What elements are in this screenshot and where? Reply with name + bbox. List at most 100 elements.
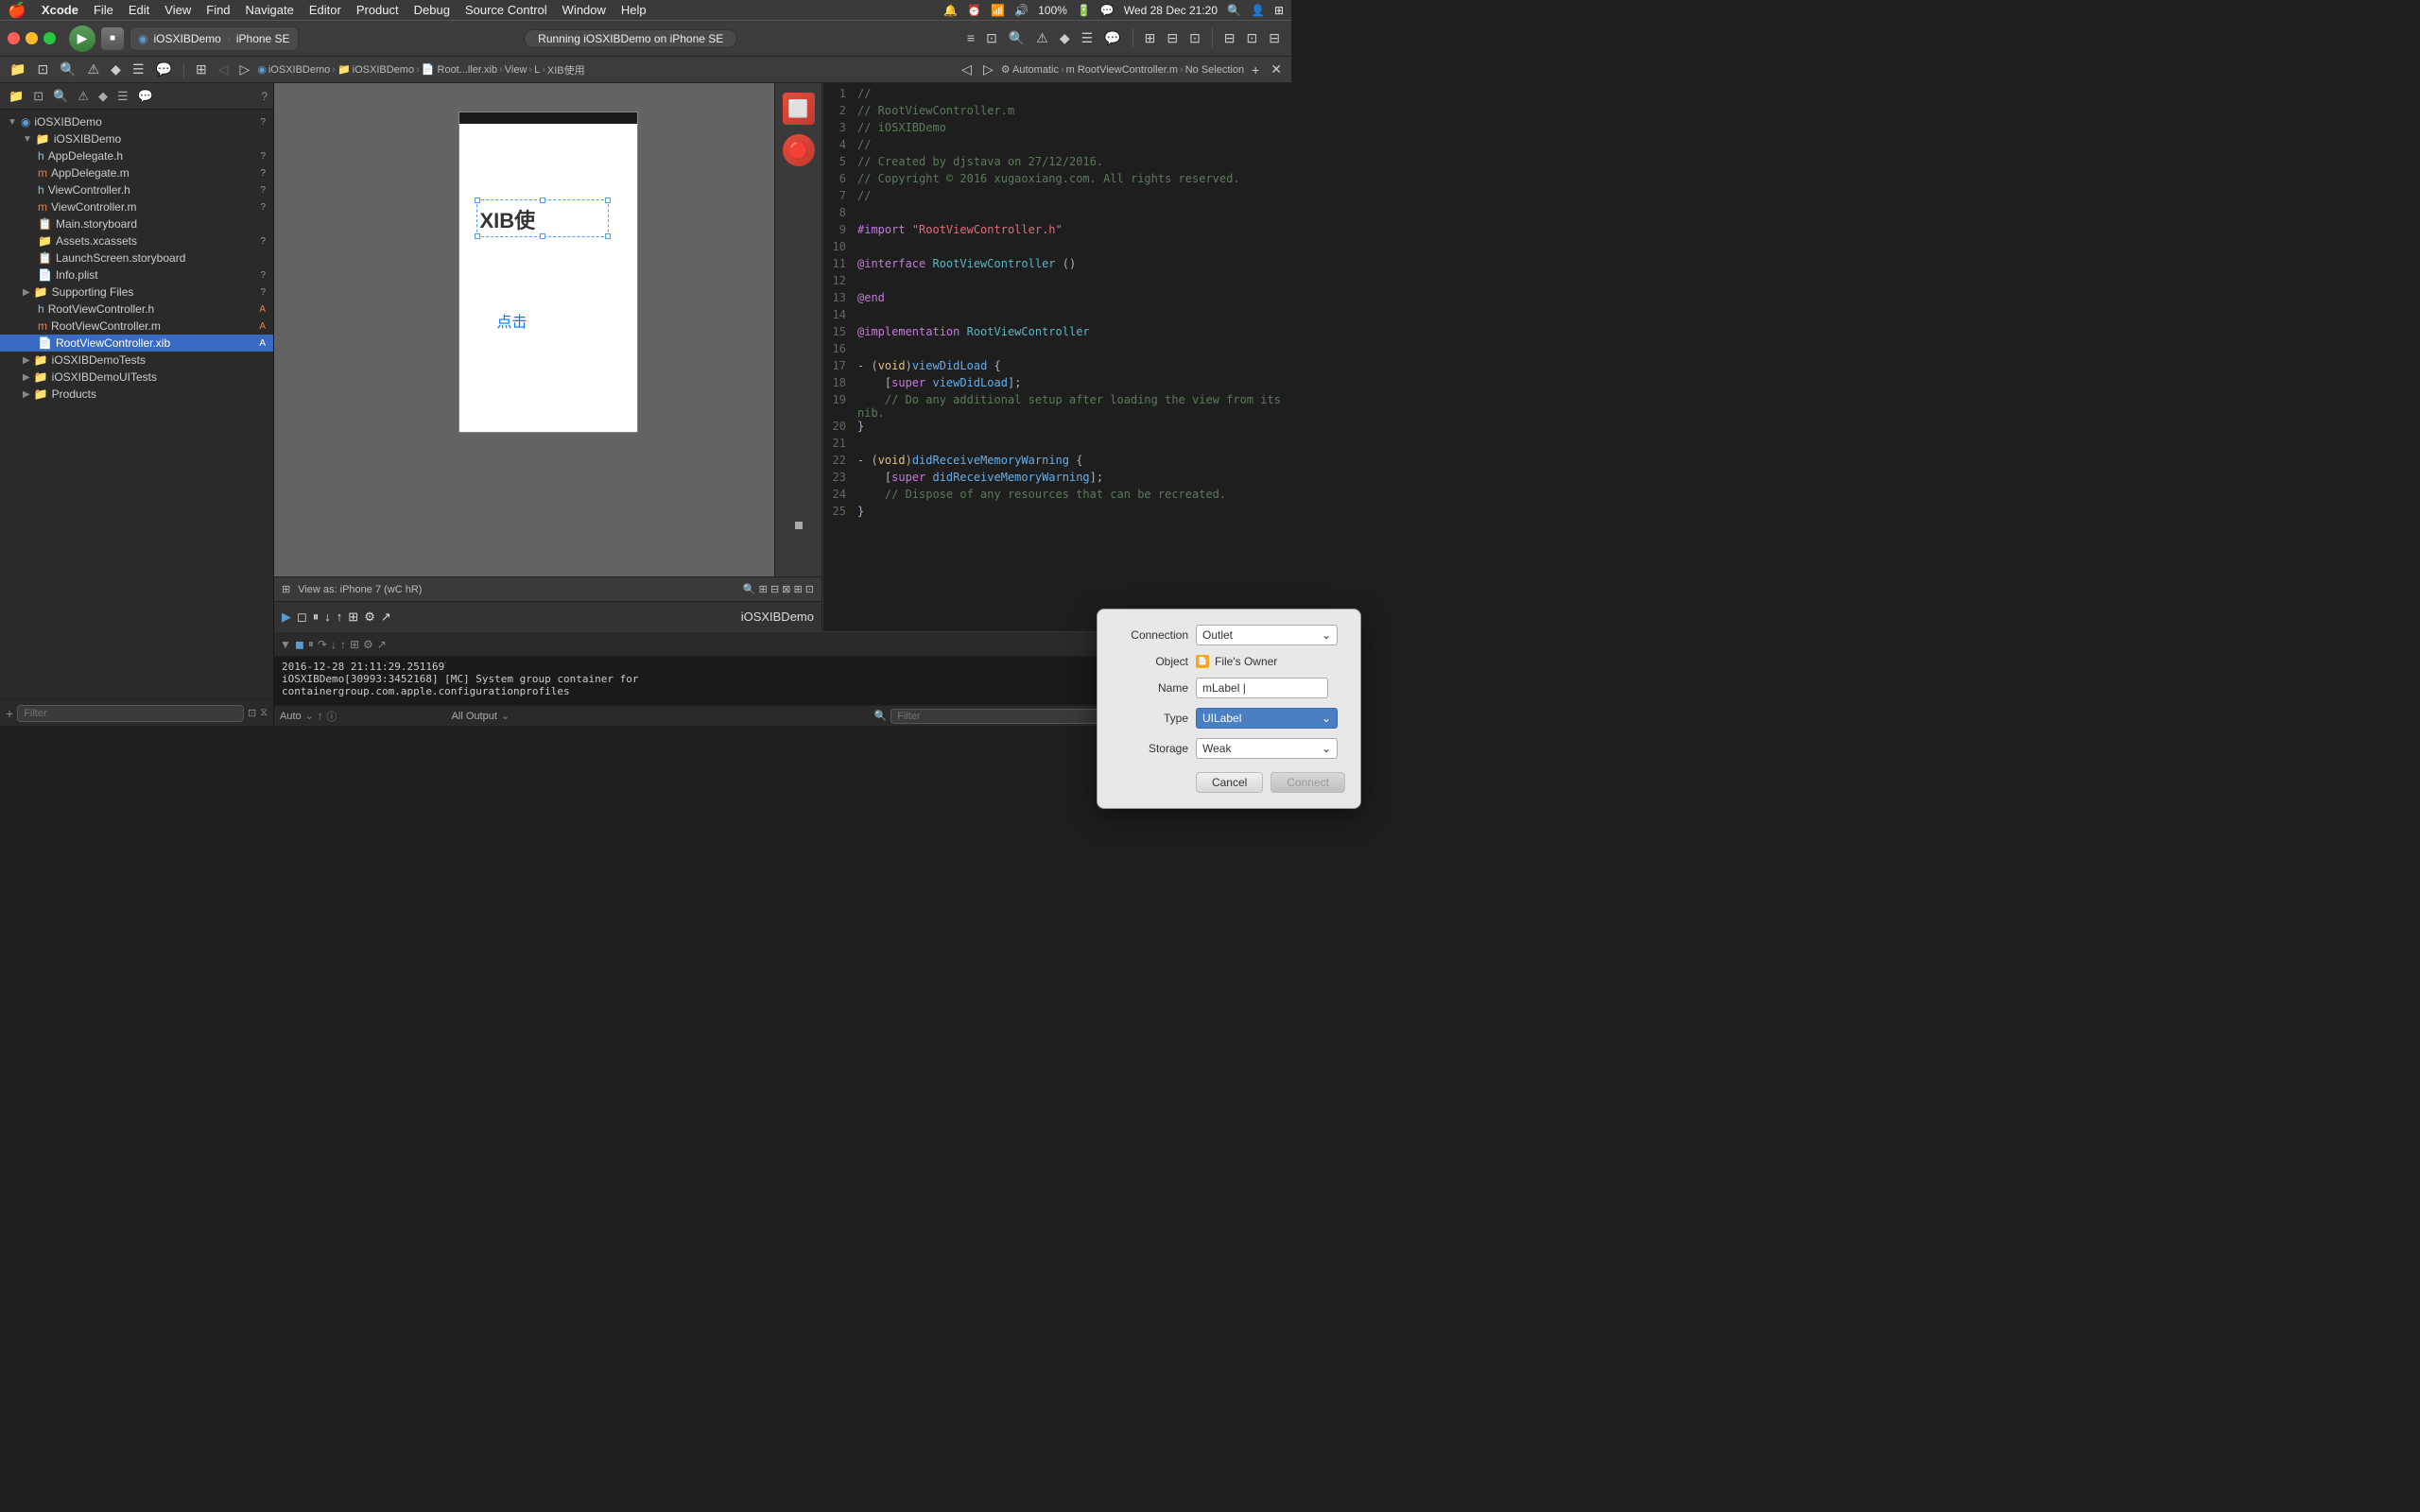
close-editor-icon[interactable]: ✕: [1267, 60, 1286, 79]
canvas-layout1-icon[interactable]: ⊟: [770, 584, 779, 595]
maximize-button[interactable]: [43, 32, 56, 44]
nav-search-icon[interactable]: 🔍: [1005, 28, 1028, 48]
report-icon[interactable]: ☰: [129, 60, 148, 79]
menu-file[interactable]: File: [94, 3, 113, 17]
handle-bottom-right[interactable]: [605, 233, 611, 239]
canvas-zoom-icon[interactable]: 🔍: [743, 584, 756, 595]
sidebar-item-rootviewcontroller-xib[interactable]: 📄 RootViewController.xib A: [0, 335, 273, 352]
sidebar-search-icon[interactable]: 🔍: [50, 88, 71, 105]
menu-xcode[interactable]: Xcode: [42, 3, 78, 17]
sidebar-item-viewcontroller-m[interactable]: m ViewController.m ?: [0, 198, 273, 215]
sidebar-item-launchscreen[interactable]: 📋 LaunchScreen.storyboard: [0, 249, 273, 266]
sidebar-test-icon[interactable]: ◆: [95, 88, 111, 105]
ct-pause-icon[interactable]: ⏸: [313, 610, 320, 625]
nav-test-icon[interactable]: ◆: [1056, 28, 1074, 48]
sidebar-item-appdelegate-m[interactable]: m AppDelegate.m ?: [0, 164, 273, 181]
ct-share-icon[interactable]: ↗: [381, 610, 391, 625]
sidebar-folder-icon[interactable]: 📁: [6, 88, 26, 105]
bc-item3[interactable]: 📄 Root...ller.xib: [422, 63, 497, 76]
sidebar-breakpoint-icon[interactable]: 💬: [135, 88, 156, 105]
skype-icon[interactable]: 💬: [1100, 4, 1115, 17]
bc-item2-text[interactable]: iOSXIBDemo: [353, 64, 414, 76]
add-item-icon[interactable]: +: [6, 706, 13, 721]
console-step-out-icon[interactable]: ↑: [340, 638, 346, 651]
wifi-icon[interactable]: 📶: [991, 4, 1005, 17]
right-prev-icon[interactable]: ◁: [958, 60, 976, 79]
menu-navigate[interactable]: Navigate: [246, 3, 294, 17]
sidebar-item-supporting-files[interactable]: ▶ 📁 Supporting Files ?: [0, 284, 273, 301]
connection-select[interactable]: Outlet ⌄: [1196, 625, 1291, 631]
canvas-main[interactable]: XIB使 点击 ⬜ 🔴: [274, 83, 821, 576]
sidebar-item-info-plist[interactable]: 📄 Info.plist ?: [0, 266, 273, 284]
bc-item6[interactable]: XIB使用: [547, 62, 585, 77]
sidebar-filter-options-icon[interactable]: ⊡: [248, 707, 256, 719]
grid-icon[interactable]: ⊞: [1274, 4, 1284, 17]
nav-hierarchy-icon[interactable]: ⊡: [982, 28, 1001, 48]
sidebar-item-rootviewcontroller-m[interactable]: m RootViewController.m A: [0, 318, 273, 335]
rb-selection[interactable]: No Selection: [1185, 64, 1244, 76]
sidebar-item-project[interactable]: ▼ ◉ iOSXIBDemo ?: [0, 113, 273, 130]
sidebar-item-appdelegate-h[interactable]: h AppDelegate.h ?: [0, 147, 273, 164]
sidebar-item-products[interactable]: ▶ 📁 Products: [0, 386, 273, 403]
sidebar-help[interactable]: ?: [261, 90, 268, 103]
canvas-layout4-icon[interactable]: ⊡: [805, 584, 814, 595]
console-debug-icon[interactable]: ◼: [295, 638, 304, 651]
menu-help[interactable]: Help: [621, 3, 647, 17]
add-editor-icon[interactable]: +: [1248, 60, 1263, 79]
hierarchy-icon[interactable]: ⊡: [33, 60, 52, 79]
console-nav-icon[interactable]: ▼: [280, 638, 291, 651]
bc-item4[interactable]: View: [505, 64, 527, 76]
sidebar-report-icon[interactable]: ☰: [114, 88, 131, 105]
right-next-icon[interactable]: ▷: [979, 60, 997, 79]
layout-left-icon[interactable]: ⊟: [1220, 28, 1239, 48]
menu-edit[interactable]: Edit: [129, 3, 149, 17]
console-share-icon[interactable]: ↗: [377, 638, 387, 651]
ct-link-icon[interactable]: ⚙: [364, 610, 375, 625]
run-button[interactable]: ▶: [69, 26, 95, 52]
minimize-button[interactable]: [26, 32, 38, 44]
nav-list-icon[interactable]: ≡: [963, 28, 978, 48]
volume-icon[interactable]: 🔊: [1014, 4, 1028, 17]
console-pause-icon[interactable]: ⏸: [308, 637, 314, 651]
rb-automatic[interactable]: ⚙ Automatic: [1001, 63, 1059, 76]
next-icon[interactable]: ▷: [235, 60, 253, 79]
ct-select-icon[interactable]: ▶: [282, 610, 291, 625]
sidebar-item-viewcontroller-h[interactable]: h ViewController.h ?: [0, 181, 273, 198]
menu-debug[interactable]: Debug: [414, 3, 450, 17]
canvas-layout3-icon[interactable]: ⊞: [794, 584, 803, 595]
handle-top-center[interactable]: [540, 198, 545, 203]
object-sphere-icon[interactable]: 🔴: [783, 134, 815, 166]
menu-source-control[interactable]: Source Control: [465, 3, 547, 17]
handle-bottom-center[interactable]: [540, 233, 545, 239]
issue-icon[interactable]: ⚠: [84, 60, 104, 79]
menu-window[interactable]: Window: [562, 3, 606, 17]
sidebar-filter-input[interactable]: [17, 705, 244, 722]
sidebar-item-uitests[interactable]: ▶ 📁 iOSXIBDemoUITests: [0, 369, 273, 386]
sidebar-hierarchy-icon[interactable]: ⊡: [30, 88, 46, 105]
handle-top-left[interactable]: [475, 198, 480, 203]
bc-item5[interactable]: L: [534, 64, 540, 76]
rb-file[interactable]: m RootViewController.m: [1066, 64, 1178, 76]
console-info-icon[interactable]: ⓘ: [326, 709, 337, 724]
timemachine-icon[interactable]: ⏰: [967, 4, 981, 17]
sidebar-item-rootviewcontroller-h[interactable]: h RootViewController.h A: [0, 301, 273, 318]
editor-assistant-icon[interactable]: ⊟: [1163, 28, 1182, 48]
sidebar-item-main-storyboard[interactable]: 📋 Main.storyboard: [0, 215, 273, 232]
prev-icon[interactable]: ◁: [215, 60, 233, 79]
layout-right-icon[interactable]: ⊟: [1265, 28, 1284, 48]
search-icon[interactable]: 🔍: [56, 60, 79, 79]
sidebar-filter-recent-icon[interactable]: ⧖: [260, 707, 268, 719]
console-step-over-icon[interactable]: ↷: [318, 638, 327, 651]
ct-down-icon[interactable]: ↓: [324, 610, 331, 624]
sidebar-item-group-iosxibdemo[interactable]: ▼ 📁 iOSXIBDemo: [0, 130, 273, 147]
editor-version-icon[interactable]: ⊡: [1185, 28, 1204, 48]
console-thread-icon[interactable]: ⚙: [363, 638, 373, 651]
stop-button[interactable]: ■: [101, 27, 124, 50]
canvas-grid-icon[interactable]: ⊞: [759, 584, 768, 595]
menu-view[interactable]: View: [164, 3, 191, 17]
apple-menu[interactable]: 🍎: [8, 1, 26, 20]
close-button[interactable]: [8, 32, 20, 44]
frame-icon[interactable]: ⊞: [282, 583, 290, 595]
comment-icon[interactable]: 💬: [152, 60, 176, 79]
sidebar-item-tests[interactable]: ▶ 📁 iOSXIBDemoTests: [0, 352, 273, 369]
